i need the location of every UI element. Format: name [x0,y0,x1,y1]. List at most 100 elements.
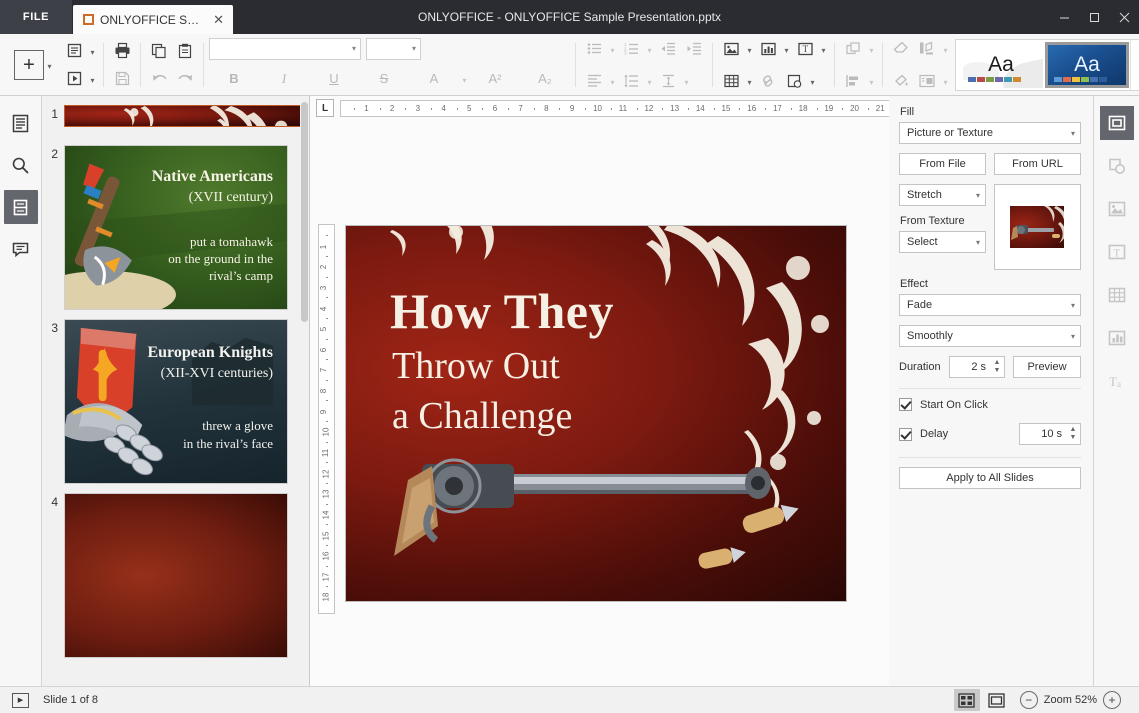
theme-blue[interactable]: Aa [1045,42,1129,88]
bullets-icon[interactable] [581,36,607,62]
transition-chevron-down-icon[interactable]: ▾ [940,68,951,94]
delay-spinner-arrows[interactable]: ▲▼ [1068,426,1078,442]
delay-row[interactable]: Delay 10 s ▲▼ [899,423,1081,445]
from-file-button[interactable]: From File [899,153,986,175]
vertical-align-icon[interactable] [655,68,681,94]
numbering-icon[interactable]: 123 [618,36,644,62]
font-size-chevron-down-icon[interactable]: ▾ [412,44,416,53]
highlight-chevron-down-icon[interactable]: ▾ [940,36,951,62]
active-slide[interactable]: How They Throw Out a Challenge [346,226,846,601]
stretch-select[interactable]: Stretch ▾ [899,184,986,206]
tab-stop-selector[interactable]: L [316,99,334,117]
slide-layout-icon[interactable] [61,38,87,64]
font-name-chevron-down-icon[interactable]: ▾ [352,44,356,53]
font-size-input[interactable]: ▾ [366,38,421,60]
fill-type-chevron-down-icon[interactable]: ▾ [1071,129,1075,138]
normal-view-icon[interactable] [954,689,980,711]
image-chevron-down-icon[interactable]: ▾ [744,36,755,62]
hyperlink-icon[interactable] [755,68,781,94]
delay-stepper[interactable]: 10 s ▲▼ [1019,423,1081,445]
line-spacing-chevron-down-icon[interactable]: ▾ [644,68,655,94]
bullets-chevron-down-icon[interactable]: ▾ [607,36,618,62]
image-icon[interactable] [718,36,744,62]
textbox-chevron-down-icon[interactable]: ▾ [818,36,829,62]
fill-preview-box[interactable] [994,184,1081,270]
table-chevron-down-icon[interactable]: ▾ [744,68,755,94]
highlight-color-icon[interactable] [914,36,940,62]
add-slide-button[interactable]: + [14,50,44,80]
textbox-icon[interactable]: T [792,36,818,62]
shape-chevron-down-icon[interactable]: ▾ [807,68,818,94]
close-tab-icon[interactable]: ✕ [213,13,224,26]
paste-icon[interactable] [172,38,198,64]
start-slideshow-icon[interactable]: ▶ [12,693,29,708]
font-color-chevron-down-icon[interactable]: ▾ [459,66,470,92]
duration-spinner-arrows[interactable]: ▲▼ [992,359,1002,375]
effect-option-chevron-down-icon[interactable]: ▾ [1071,332,1075,341]
zoom-out-button[interactable]: − [1020,691,1038,709]
texture-chevron-down-icon[interactable]: ▾ [976,238,980,247]
add-slide-chevron-down-icon[interactable]: ▾ [44,52,55,78]
arrange-chevron-down-icon[interactable]: ▾ [866,36,877,62]
align-objects-icon[interactable] [840,68,866,94]
numbering-chevron-down-icon[interactable]: ▾ [644,36,655,62]
slide-title[interactable]: How They [390,282,614,340]
slide-line3[interactable]: a Challenge [392,394,572,438]
stretch-chevron-down-icon[interactable]: ▾ [976,191,980,200]
align-objects-chevron-down-icon[interactable]: ▾ [866,68,877,94]
align-icon[interactable] [581,68,607,94]
superscript-button[interactable]: A² [470,67,520,91]
thumbnail-slide-1[interactable]: How They Throw Out a Challenge [64,105,301,127]
start-slideshow-icon[interactable] [61,66,87,92]
copy-icon[interactable] [146,38,172,64]
sidebar-item-comments[interactable] [4,232,38,266]
thumbnail-item[interactable]: 3 [42,310,309,484]
sidebar-item-chart-settings[interactable] [1100,321,1134,355]
sidebar-item-text-settings[interactable]: Ta [1100,364,1134,398]
thumbnails-scrollbar[interactable] [300,96,309,686]
font-name-input[interactable]: ▾ [209,38,361,60]
sidebar-item-search[interactable] [4,148,38,182]
effect-chevron-down-icon[interactable]: ▾ [1071,301,1075,310]
sidebar-item-table-settings[interactable] [1100,278,1134,312]
maximize-icon[interactable] [1079,0,1109,34]
notes-view-icon[interactable] [984,689,1010,711]
print-icon[interactable] [109,38,135,64]
sidebar-item-slide-settings[interactable] [1100,106,1134,140]
file-menu-button[interactable]: FILE [0,0,72,34]
delay-checkbox[interactable] [899,428,912,441]
texture-select[interactable]: Select ▾ [899,231,986,253]
sidebar-item-slides-list[interactable] [4,106,38,140]
minimize-icon[interactable] [1049,0,1079,34]
font-color-button[interactable]: A [409,67,459,91]
thumbnail-slide-4[interactable] [64,493,288,658]
increase-indent-icon[interactable] [681,36,707,62]
fill-type-select[interactable]: Picture or Texture ▾ [899,122,1081,144]
slide-thumbnails-pane[interactable]: 1 [42,96,310,686]
preview-button[interactable]: Preview [1013,356,1081,378]
slide-layout-chevron-down-icon[interactable]: ▾ [87,38,98,64]
align-chevron-down-icon[interactable]: ▾ [607,68,618,94]
thumbnail-item[interactable]: 4 [42,484,309,658]
strikethrough-button[interactable]: S [359,67,409,91]
slideshow-chevron-down-icon[interactable]: ▾ [87,66,98,92]
underline-button[interactable]: U [309,67,359,91]
bold-button[interactable]: B [209,67,259,91]
zoom-in-button[interactable]: + [1103,691,1121,709]
thumbnail-item[interactable]: 1 [42,96,309,136]
effect-option-select[interactable]: Smoothly ▾ [899,325,1081,347]
decrease-indent-icon[interactable] [655,36,681,62]
thumbnails-scrollbar-thumb[interactable] [301,102,308,322]
subscript-button[interactable]: A₂ [520,67,570,91]
vertical-ruler[interactable]: 123456789101112131415161718 [318,224,335,614]
sidebar-item-slide-settings[interactable] [4,190,38,224]
thumbnail-slide-2[interactable]: Native Americans (XVII century) put a to… [64,145,288,310]
shape-icon[interactable] [781,68,807,94]
close-icon[interactable] [1109,0,1139,34]
from-url-button[interactable]: From URL [994,153,1081,175]
sidebar-item-text-art-settings[interactable]: T [1100,235,1134,269]
slide-line2[interactable]: Throw Out [392,344,560,388]
vertical-align-chevron-down-icon[interactable]: ▾ [681,68,692,94]
table-icon[interactable] [718,68,744,94]
redo-icon[interactable] [172,66,198,92]
